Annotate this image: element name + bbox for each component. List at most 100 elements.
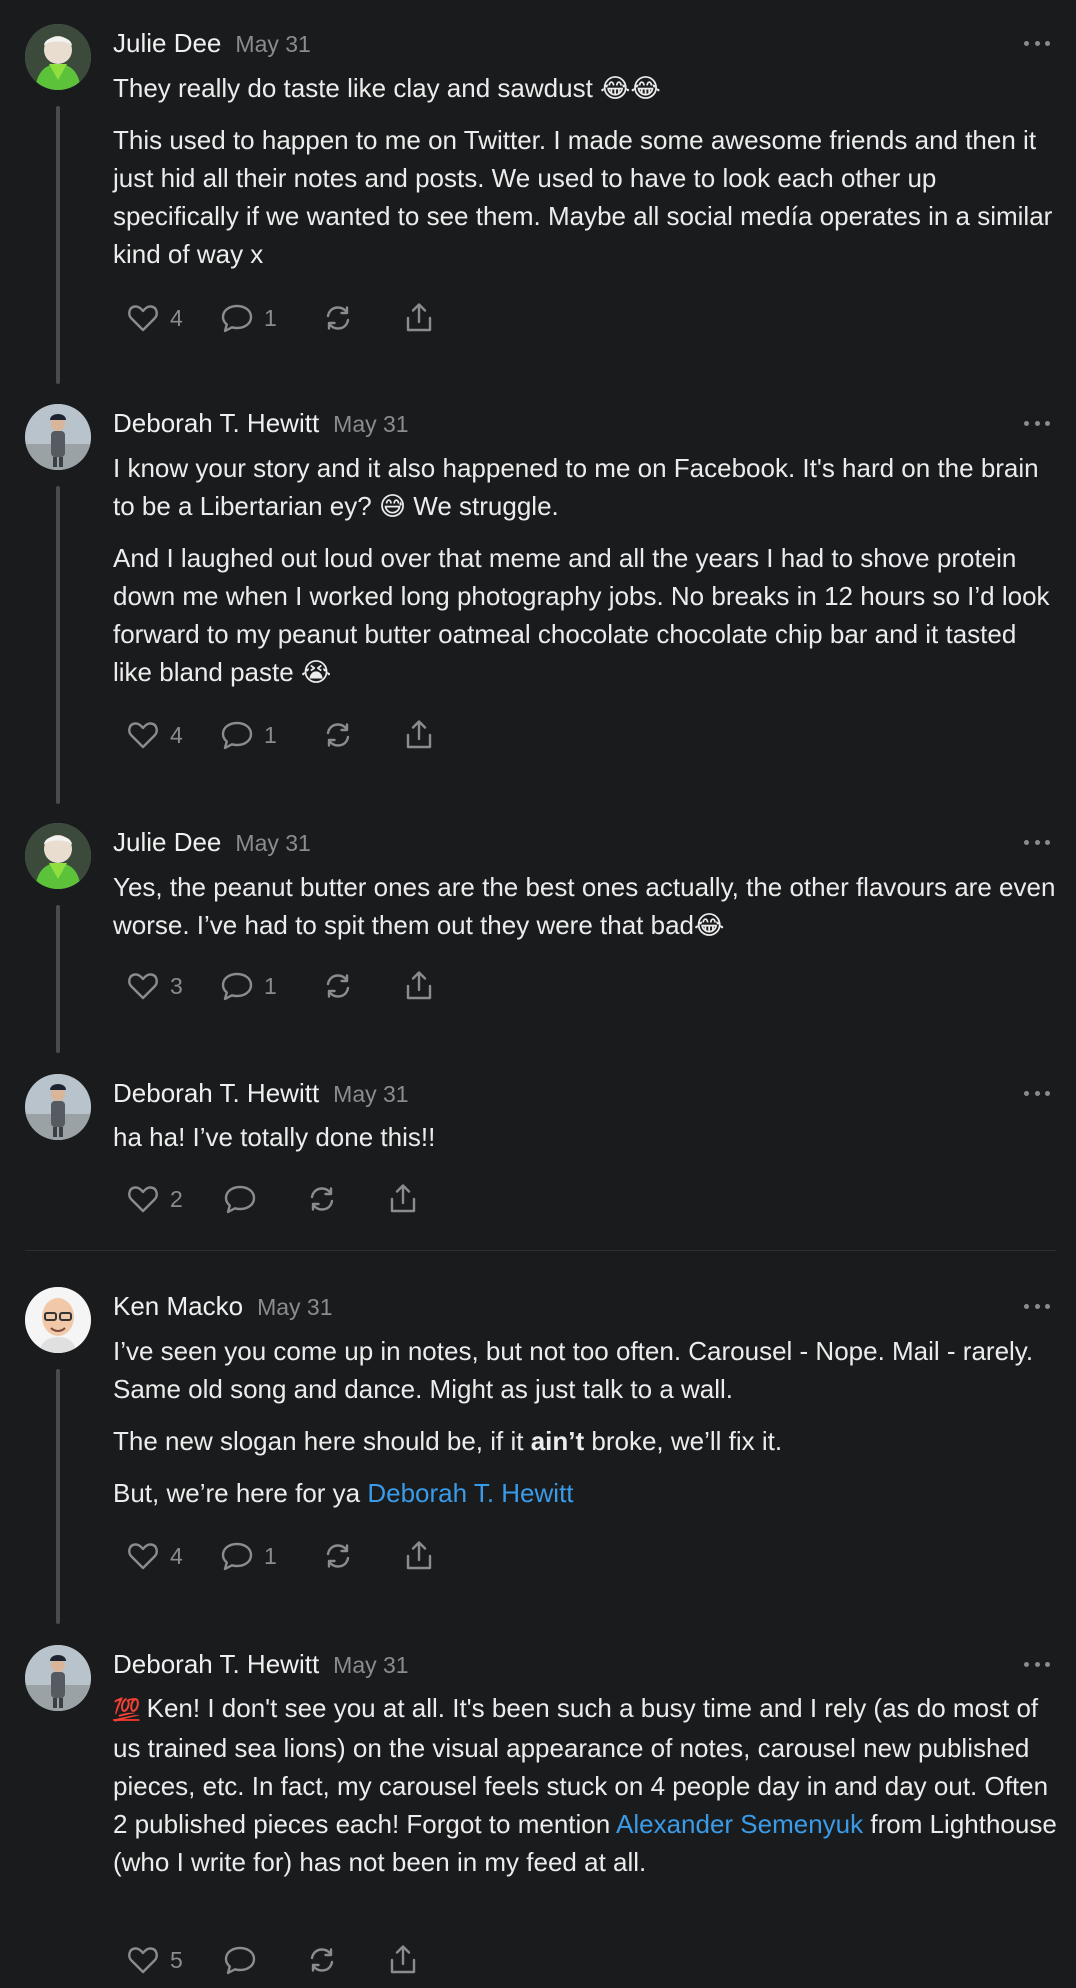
note-paragraph: ha ha! I’ve totally done this!! <box>113 1122 436 1152</box>
restack-button[interactable] <box>305 1942 339 1978</box>
action-bar: 4 1 <box>126 717 626 753</box>
share-icon <box>386 1182 420 1216</box>
comment-button[interactable] <box>223 1181 257 1217</box>
comment-button[interactable]: 1 <box>220 968 277 1004</box>
share-icon <box>386 1943 420 1977</box>
like-count: 4 <box>170 1542 183 1569</box>
heart-icon <box>126 1539 160 1573</box>
note-paragraph: I’ve seen you come up in notes, but not … <box>113 1336 1034 1404</box>
restack-button[interactable] <box>305 1181 339 1217</box>
more-icon[interactable] <box>1024 1660 1050 1668</box>
avatar[interactable] <box>25 1645 91 1711</box>
author-name[interactable]: Ken Macko May 31 <box>113 1291 333 1322</box>
author-name[interactable]: Deborah T. Hewitt May 31 <box>113 1649 409 1680</box>
note-paragraph: The new slogan here should be, if it ain… <box>113 1426 783 1456</box>
note-body: 💯 Ken! I don't see you at all. It's been… <box>113 1689 1058 1895</box>
more-icon[interactable] <box>1024 838 1050 846</box>
note-date: May 31 <box>235 830 311 856</box>
thread-line <box>56 905 60 1053</box>
share-button[interactable] <box>402 300 436 336</box>
thread-divider <box>25 1250 1056 1251</box>
avatar[interactable] <box>25 823 91 889</box>
note-paragraph: Yes, the peanut butter ones are the best… <box>113 872 1056 940</box>
restack-icon <box>321 969 355 1003</box>
heart-icon <box>126 1182 160 1216</box>
share-icon <box>402 718 436 752</box>
action-bar: 3 1 <box>126 968 626 1004</box>
note-date: May 31 <box>257 1294 333 1320</box>
comment-button[interactable]: 1 <box>220 717 277 753</box>
note-paragraph: This used to happen to me on Twitter. I … <box>113 125 1053 269</box>
like-count: 4 <box>170 721 183 748</box>
note-body: Yes, the peanut butter ones are the best… <box>113 868 1058 958</box>
comment-button[interactable]: 1 <box>220 1538 277 1574</box>
like-button[interactable]: 2 <box>126 1181 183 1217</box>
restack-icon <box>305 1182 339 1216</box>
mention-link[interactable]: Deborah T. Hewitt <box>367 1478 573 1508</box>
like-button[interactable]: 4 <box>126 717 183 753</box>
more-icon[interactable] <box>1024 1089 1050 1097</box>
mention-link[interactable]: Alexander Semenyuk <box>616 1809 863 1839</box>
action-bar: 4 1 <box>126 1538 626 1574</box>
share-icon <box>402 301 436 335</box>
note-date: May 31 <box>333 411 409 437</box>
restack-button[interactable] <box>321 717 355 753</box>
thread-line <box>56 1369 60 1624</box>
like-button[interactable]: 5 <box>126 1942 183 1978</box>
note-body: ha ha! I’ve totally done this!! <box>113 1118 1058 1170</box>
note-date: May 31 <box>235 31 311 57</box>
restack-icon <box>321 1539 355 1573</box>
heart-icon <box>126 1943 160 1977</box>
avatar[interactable] <box>25 1287 91 1353</box>
comment-button[interactable] <box>223 1942 257 1978</box>
heart-icon <box>126 301 160 335</box>
avatar[interactable] <box>25 404 91 470</box>
action-bar: 4 1 <box>126 300 626 336</box>
comment-button[interactable]: 1 <box>220 300 277 336</box>
share-button[interactable] <box>402 968 436 1004</box>
avatar[interactable] <box>25 1074 91 1140</box>
hundred-emoji: 💯 <box>113 1697 140 1722</box>
more-icon[interactable] <box>1024 419 1050 427</box>
note-date: May 31 <box>333 1081 409 1107</box>
share-button[interactable] <box>402 1538 436 1574</box>
like-button[interactable]: 4 <box>126 300 183 336</box>
author-name[interactable]: Julie Dee May 31 <box>113 827 311 858</box>
comment-icon <box>220 301 254 335</box>
note-date: May 31 <box>333 1652 409 1678</box>
like-button[interactable]: 3 <box>126 968 183 1004</box>
author-name[interactable]: Julie Dee May 31 <box>113 28 311 59</box>
restack-button[interactable] <box>321 300 355 336</box>
comment-icon <box>223 1182 257 1216</box>
comment-count: 1 <box>264 721 277 748</box>
note-paragraph: And I laughed out loud over that meme an… <box>113 543 1050 687</box>
restack-icon <box>305 1943 339 1977</box>
share-button[interactable] <box>386 1181 420 1217</box>
like-count: 3 <box>170 972 183 999</box>
share-button[interactable] <box>402 717 436 753</box>
note-paragraph: They really do taste like clay and sawdu… <box>113 73 661 103</box>
restack-button[interactable] <box>321 1538 355 1574</box>
thread-line <box>56 486 60 804</box>
heart-icon <box>126 969 160 1003</box>
thread-line <box>56 106 60 384</box>
note-body: I’ve seen you come up in notes, but not … <box>113 1332 1058 1526</box>
restack-icon <box>321 718 355 752</box>
author-name[interactable]: Deborah T. Hewitt May 31 <box>113 408 409 439</box>
share-button[interactable] <box>386 1942 420 1978</box>
restack-button[interactable] <box>321 968 355 1004</box>
heart-icon <box>126 718 160 752</box>
author-name[interactable]: Deborah T. Hewitt May 31 <box>113 1078 409 1109</box>
like-count: 4 <box>170 304 183 331</box>
action-bar: 2 <box>126 1181 626 1217</box>
restack-icon <box>321 301 355 335</box>
note-paragraph: 💯 Ken! I don't see you at all. It's been… <box>113 1693 1057 1877</box>
more-icon[interactable] <box>1024 1302 1050 1310</box>
like-count: 5 <box>170 1946 183 1973</box>
comment-icon <box>223 1943 257 1977</box>
more-icon[interactable] <box>1024 39 1050 47</box>
like-button[interactable]: 4 <box>126 1538 183 1574</box>
avatar[interactable] <box>25 24 91 90</box>
note-body: I know your story and it also happened t… <box>113 449 1058 705</box>
note-paragraph: I know your story and it also happened t… <box>113 453 1039 521</box>
